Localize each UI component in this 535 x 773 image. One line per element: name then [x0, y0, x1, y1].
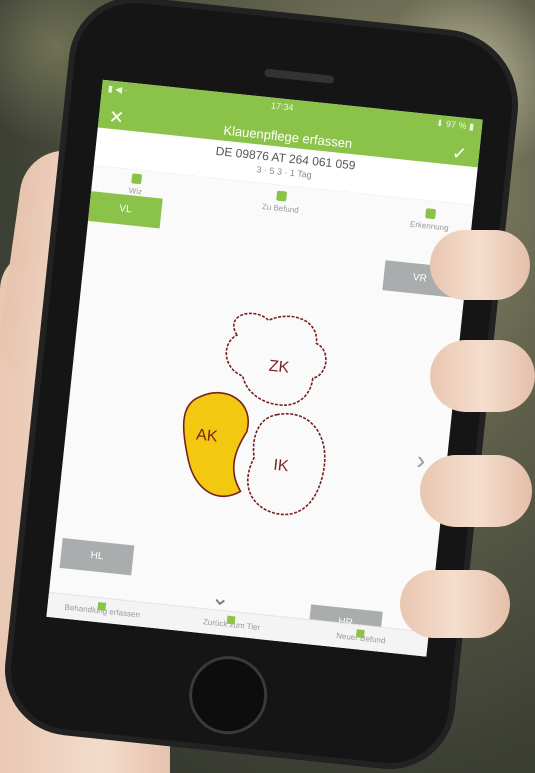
status-battery: ⬇ 97 % ▮ — [435, 117, 475, 132]
claw-diagram: ZK AK IK — [182, 312, 327, 516]
phone-speaker — [264, 68, 335, 84]
tool-label: Erkennung — [409, 219, 450, 233]
nav-icon — [226, 615, 236, 625]
label-ik: IK — [273, 457, 290, 476]
nav-item[interactable]: Zurück zum Tier — [176, 614, 286, 634]
label-zk: ZK — [268, 358, 290, 377]
status-icons: ▮ ◀ · — [107, 83, 129, 96]
hand-finger — [430, 230, 530, 300]
hand-finger — [420, 455, 532, 527]
tool-icon — [131, 173, 143, 185]
phone-screen: ▮ ◀ · 17:34 ⬇ 97 % ▮ ✕ Klauenpflege erfa… — [46, 79, 483, 657]
tool-icon — [425, 208, 437, 220]
nav-item[interactable]: Behandlung erfassen — [47, 601, 157, 621]
quadrant-button-hl[interactable]: HL — [59, 538, 135, 576]
confirm-check-icon[interactable]: ✓ — [451, 143, 468, 165]
label-ak: AK — [195, 426, 218, 445]
tool-icon — [276, 190, 288, 202]
tool-label: Zu Befund — [261, 202, 300, 215]
chevron-down-icon[interactable]: ⌄ — [210, 584, 231, 612]
tool-item[interactable]: Zu Befund — [240, 187, 322, 217]
home-button[interactable] — [185, 652, 272, 739]
nav-item[interactable]: Neuer Befund — [306, 628, 416, 648]
hand-finger — [430, 340, 535, 412]
nav-icon — [355, 629, 365, 639]
status-time: 17:34 — [270, 100, 294, 113]
hand-finger — [400, 570, 510, 638]
nav-icon — [97, 602, 107, 611]
close-icon[interactable]: ✕ — [108, 107, 125, 129]
